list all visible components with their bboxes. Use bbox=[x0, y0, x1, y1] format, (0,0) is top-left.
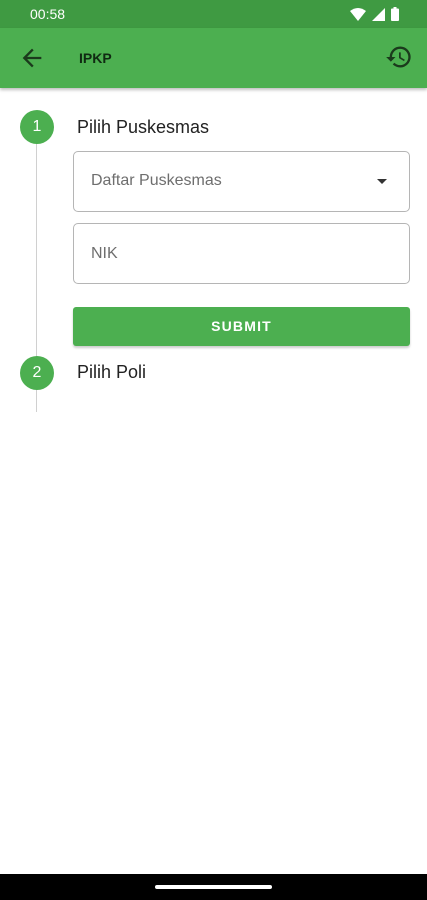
home-gesture-handle[interactable] bbox=[155, 885, 272, 889]
nik-field[interactable] bbox=[73, 223, 410, 284]
submit-button[interactable]: SUBMIT bbox=[73, 307, 410, 346]
puskesmas-dropdown-value: Daftar Puskesmas bbox=[91, 172, 222, 189]
caret-down-icon bbox=[377, 179, 387, 184]
status-bar: 00:58 bbox=[0, 0, 427, 28]
nik-input[interactable] bbox=[74, 224, 409, 283]
step-1-indicator: 1 bbox=[20, 110, 54, 144]
arrow-left-icon bbox=[22, 48, 42, 68]
step-1-title[interactable]: Pilih Puskesmas bbox=[77, 117, 209, 138]
history-button[interactable] bbox=[385, 43, 413, 71]
puskesmas-dropdown[interactable]: Daftar Puskesmas bbox=[73, 151, 410, 212]
wifi-icon bbox=[350, 7, 366, 21]
app-bar: IPKP bbox=[0, 28, 427, 88]
navigation-bar bbox=[0, 874, 427, 900]
history-icon bbox=[386, 46, 411, 68]
status-icons bbox=[350, 7, 399, 21]
status-time: 00:58 bbox=[30, 6, 66, 22]
signal-icon bbox=[372, 7, 385, 21]
battery-icon bbox=[391, 7, 399, 21]
step-2-indicator: 2 bbox=[20, 356, 54, 390]
step-2-title[interactable]: Pilih Poli bbox=[77, 362, 146, 383]
page-title: IPKP bbox=[79, 50, 112, 66]
back-button[interactable] bbox=[18, 44, 46, 72]
